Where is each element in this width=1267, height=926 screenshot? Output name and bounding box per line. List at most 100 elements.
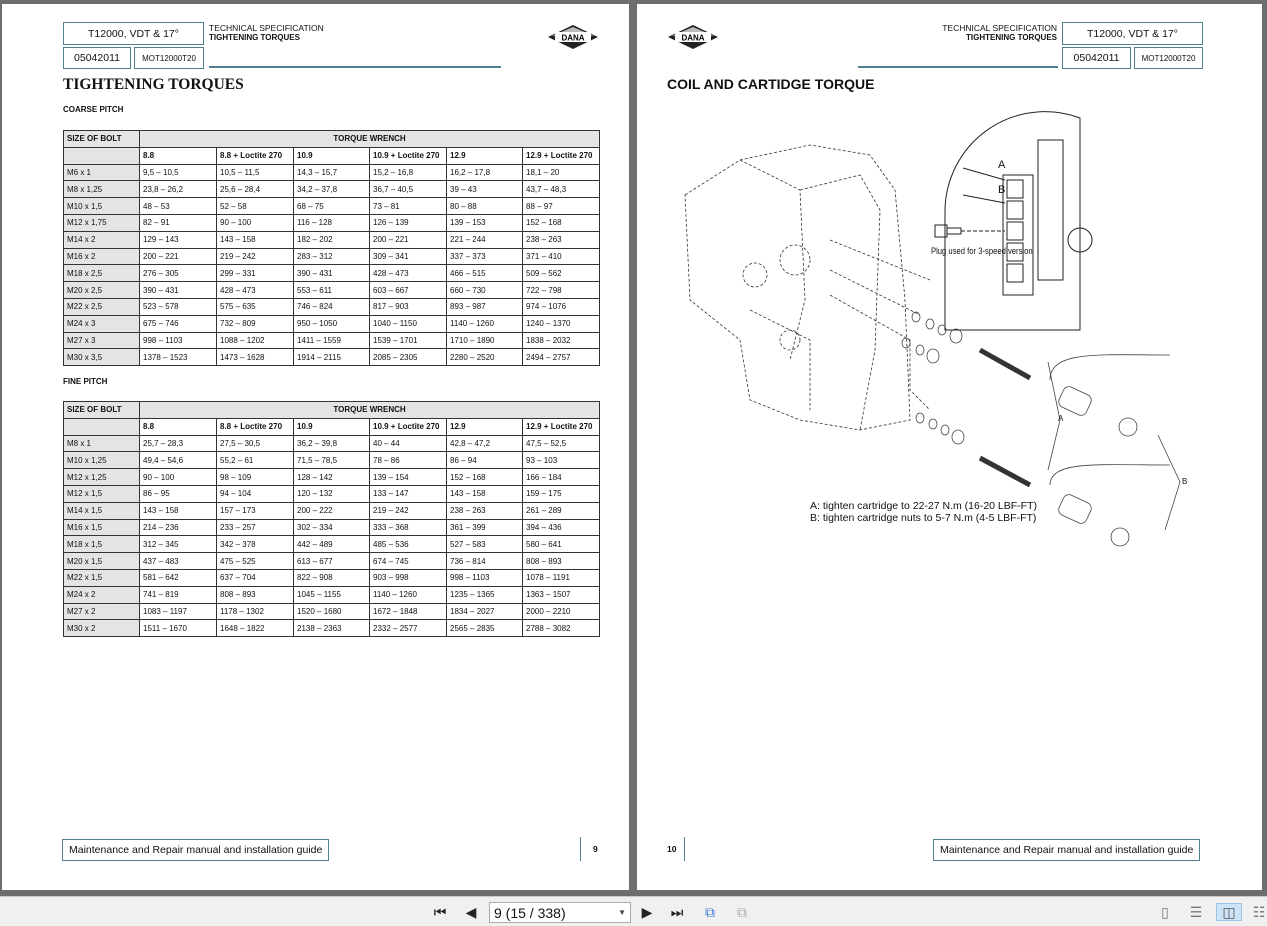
table-row: M27 x 2 1083 – 1197 1178 – 1302 1520 – 1680… (63, 602, 601, 621)
torque-value-cell: 25,7 – 28,3 (139, 434, 217, 453)
torque-value-cell: 9,5 – 10,5 (139, 163, 217, 182)
torque-value-cell: 998 – 1103 (446, 568, 523, 587)
svg-text:DANA: DANA (561, 34, 584, 43)
spec-header: TECHNICAL SPECIFICATION TIGHTENING TORQU… (209, 24, 324, 43)
torque-value-cell: 1520 – 1680 (293, 602, 370, 621)
torque-value-cell: 527 – 583 (446, 535, 523, 554)
torque-value-cell: 159 – 175 (521, 484, 601, 503)
bolt-size-cell: M20 x 1,5 (63, 552, 140, 570)
torque-value-cell: 1378 – 1523 (139, 348, 217, 367)
table-subheader-row: 8.8 8.8 + Loctite 270 10.9 10.9 + Loctite 2… (63, 417, 601, 436)
table-subheader-row: 8.8 8.8 + Loctite 270 10.9 10.9 + Loctite 2… (63, 146, 601, 165)
torque-value-cell: 553 – 611 (293, 281, 370, 299)
coarse-pitch-label: COARSE PITCH (63, 105, 124, 114)
torque-value-cell: 312 – 345 (139, 535, 217, 554)
table-row: M27 x 3 998 – 1103 1088 – 1202 1411 – 1559 1… (63, 331, 601, 350)
torque-value-cell: 309 – 341 (369, 247, 447, 266)
facing-icon[interactable]: ◫ (1216, 903, 1242, 921)
grade-header: 8.8 (139, 146, 217, 165)
size-of-bolt-header: SIZE OF BOLT (63, 130, 140, 148)
bolt-size-cell: M8 x 1 (63, 434, 140, 453)
torque-value-cell: 736 – 814 (446, 552, 523, 570)
bolt-size-cell: M16 x 2 (63, 247, 140, 266)
page-number: 10 (667, 844, 677, 854)
bolt-size-cell: M20 x 2,5 (63, 281, 140, 299)
table-row: M8 x 1 25,7 – 28,3 27,5 – 30,5 36,2 – 39,8 4… (63, 434, 601, 453)
torque-value-cell: 139 – 153 (446, 213, 523, 232)
torque-value-cell: 49,4 – 54,6 (139, 451, 217, 470)
torque-value-cell: 219 – 242 (369, 501, 447, 520)
torque-value-cell: 1411 – 1559 (293, 331, 370, 350)
next-view-icon[interactable]: ⧉ (733, 903, 751, 921)
torque-value-cell: 120 – 132 (293, 484, 370, 503)
torque-value-cell: 52 – 58 (216, 197, 294, 215)
torque-value-cell: 394 – 436 (521, 518, 601, 537)
continuous-icon[interactable]: ☰ (1187, 903, 1205, 921)
torque-value-cell: 808 – 893 (216, 585, 294, 604)
svg-text:DANA: DANA (681, 34, 704, 43)
single-page-icon[interactable]: ▯ (1156, 903, 1174, 921)
torque-value-cell: 808 – 893 (521, 552, 601, 570)
page-select-value: 9 (15 / 338) (494, 904, 566, 921)
footer-manual-title: Maintenance and Repair manual and instal… (933, 839, 1201, 861)
torque-value-cell: 143 – 158 (446, 484, 523, 503)
bolt-size-cell: M24 x 3 (63, 314, 140, 333)
torque-value-cell: 27,5 – 30,5 (216, 434, 294, 453)
grade-header: 12.9 (446, 417, 523, 436)
date-code-box: 05042011 (1062, 47, 1131, 69)
torque-value-cell: 283 – 312 (293, 247, 370, 266)
last-page-icon[interactable]: ⏭ (668, 903, 686, 921)
torque-value-cell: 1088 – 1202 (216, 331, 294, 350)
torque-value-cell: 342 – 378 (216, 535, 294, 554)
grade-header: 8.8 + Loctite 270 (216, 417, 294, 436)
pdf-navigation-toolbar: ⏮ ◀ 9 (15 / 338) ▼ ▶ ⏭ ⧉ ⧉ ▯ ☰ ◫ ☷ (0, 896, 1267, 926)
continuous-facing-icon[interactable]: ☷ (1250, 903, 1267, 921)
bolt-size-cell: M22 x 1,5 (63, 568, 140, 587)
torque-value-cell: 437 – 483 (139, 552, 217, 570)
table-row: M12 x 1,25 90 – 100 98 – 109 128 – 142 139 –… (63, 468, 601, 486)
next-page-icon[interactable]: ▶ (638, 903, 656, 921)
torque-value-cell: 637 – 704 (216, 568, 294, 587)
torque-value-cell: 166 – 184 (521, 468, 601, 486)
torque-value-cell: 36,7 – 40,5 (369, 180, 447, 199)
page-select[interactable]: 9 (15 / 338) ▼ (489, 902, 631, 923)
bolt-size-cell: M10 x 1,5 (63, 197, 140, 215)
torque-value-cell: 1363 – 1507 (521, 585, 601, 604)
first-page-icon[interactable]: ⏮ (431, 903, 449, 921)
torque-value-cell: 950 – 1050 (293, 314, 370, 333)
torque-value-cell: 143 – 158 (139, 501, 217, 520)
torque-value-cell: 93 – 103 (521, 451, 601, 470)
table-row: M8 x 1,25 23,8 – 26,2 25,6 – 28,4 34,2 – 37… (63, 180, 601, 199)
torque-value-cell: 90 – 100 (216, 213, 294, 232)
bolt-size-cell: M12 x 1,75 (63, 213, 140, 232)
footer-manual-title: Maintenance and Repair manual and instal… (62, 839, 330, 861)
torque-notes: A: tighten cartridge to 22-27 N.m (16-20… (810, 500, 1037, 524)
torque-value-cell: 428 – 473 (216, 281, 294, 299)
page-number: 9 (593, 844, 598, 854)
table-header-row: SIZE OF BOLT TORQUE WRENCH (63, 401, 601, 419)
coarse-pitch-table: SIZE OF BOLT TORQUE WRENCH 8.8 8.8 + Loctit… (63, 130, 601, 367)
callout-b-inset: B (998, 184, 1006, 196)
torque-value-cell: 200 – 221 (369, 230, 447, 249)
torque-value-cell: 2000 – 2210 (521, 602, 601, 621)
torque-value-cell: 1178 – 1302 (216, 602, 294, 621)
torque-value-cell: 974 – 1076 (521, 297, 601, 316)
bolt-size-cell: M14 x 2 (63, 230, 140, 249)
fine-pitch-label: FINE PITCH (63, 377, 108, 386)
bolt-size-cell: M6 x 1 (63, 163, 140, 182)
table-row: M30 x 2 1511 – 1670 1648 – 1822 2138 – 2363… (63, 619, 601, 638)
torque-value-cell: 1140 – 1260 (446, 314, 523, 333)
torque-value-cell: 139 – 154 (369, 468, 447, 486)
fine-pitch-table: SIZE OF BOLT TORQUE WRENCH 8.8 8.8 + Loctit… (63, 401, 601, 638)
callout-a: A (1058, 414, 1064, 423)
previous-page-icon[interactable]: ◀ (462, 903, 480, 921)
torque-value-cell: 276 – 305 (139, 264, 217, 283)
torque-value-cell: 43,7 – 48,3 (521, 180, 601, 199)
previous-view-icon[interactable]: ⧉ (701, 903, 719, 921)
torque-value-cell: 475 – 525 (216, 552, 294, 570)
torque-value-cell: 1140 – 1260 (369, 585, 447, 604)
torque-value-cell: 82 – 91 (139, 213, 217, 232)
bolt-size-cell: M30 x 3,5 (63, 348, 140, 367)
torque-value-cell: 25,6 – 28,4 (216, 180, 294, 199)
torque-value-cell: 442 – 489 (293, 535, 370, 554)
